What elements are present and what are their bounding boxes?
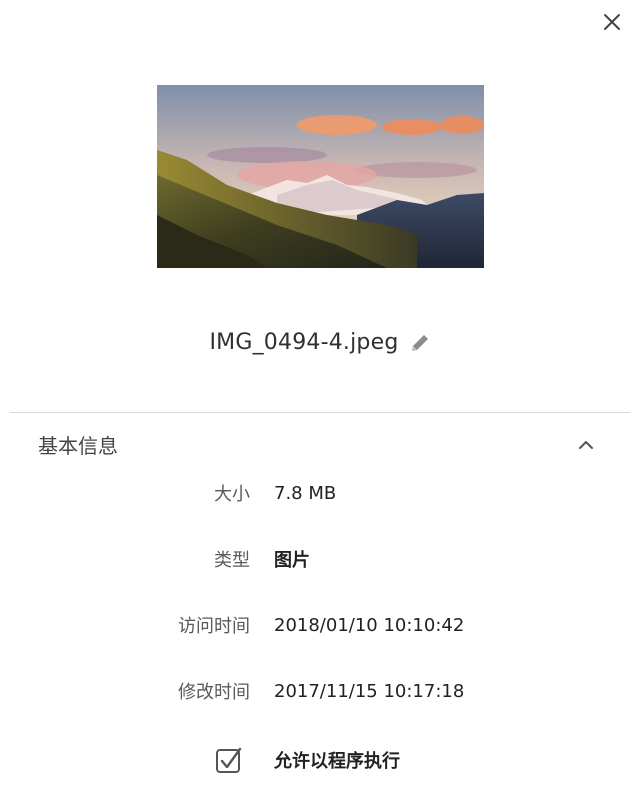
info-value: 2017/11/15 10:17:18 xyxy=(274,680,465,702)
file-name-row: IMG_0494-4.jpeg xyxy=(0,330,640,355)
info-row-size: 大小 7.8 MB xyxy=(0,478,640,508)
info-label: 大小 xyxy=(214,484,250,505)
close-icon xyxy=(604,14,620,30)
executable-row: 允许以程序执行 xyxy=(0,745,640,775)
info-row-type: 类型 图片 xyxy=(0,544,640,574)
section-title: 基本信息 xyxy=(38,434,118,458)
info-row-modified-time: 修改时间 2017/11/15 10:17:18 xyxy=(0,676,640,706)
image-preview xyxy=(157,85,484,268)
info-label: 访问时间 xyxy=(178,616,250,637)
info-value: 7.8 MB xyxy=(274,482,337,504)
close-button[interactable] xyxy=(598,8,626,36)
executable-label: 允许以程序执行 xyxy=(274,751,400,772)
file-name[interactable]: IMG_0494-4.jpeg xyxy=(209,330,398,355)
info-row-access-time: 访问时间 2018/01/10 10:10:42 xyxy=(0,610,640,640)
info-label: 修改时间 xyxy=(178,682,250,703)
info-value: 图片 xyxy=(274,550,310,571)
pencil-icon[interactable] xyxy=(409,332,431,354)
chevron-up-icon[interactable] xyxy=(574,433,598,457)
executable-checkbox[interactable] xyxy=(214,745,244,775)
info-label: 类型 xyxy=(214,550,250,571)
checkbox-checked-icon xyxy=(216,747,242,773)
divider xyxy=(10,412,630,413)
section-header-basic-info[interactable]: 基本信息 xyxy=(38,430,598,459)
info-value: 2018/01/10 10:10:42 xyxy=(274,614,465,636)
